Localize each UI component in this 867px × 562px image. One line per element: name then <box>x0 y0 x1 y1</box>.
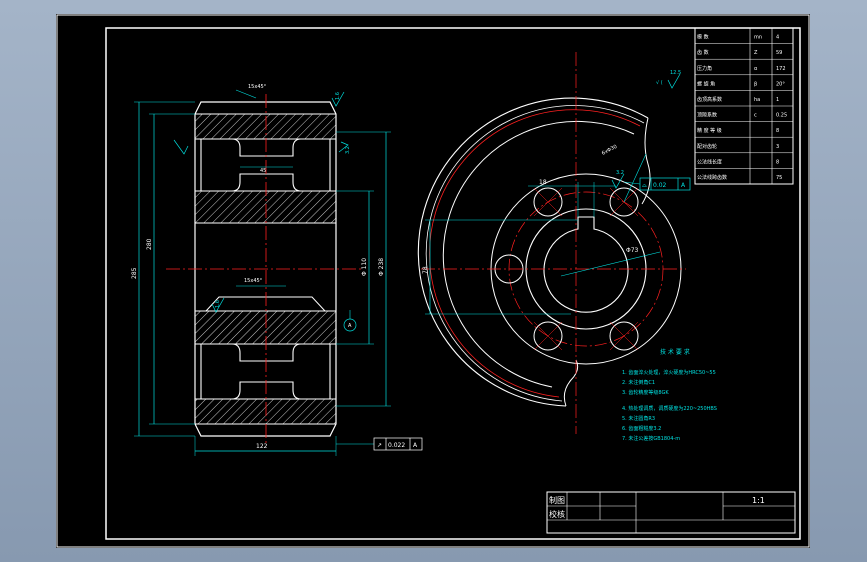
front-tolerance-datum: A <box>681 182 686 189</box>
dim-hole-count: 6xΦ30 <box>601 144 618 157</box>
param-label: 压力角 <box>697 65 712 72</box>
param-value: 172 <box>776 66 786 72</box>
param-label: 齿 数 <box>697 49 709 56</box>
dim-web-width: 45 <box>260 168 266 174</box>
arrow-left-mark <box>173 139 189 155</box>
param-symbol: Z <box>754 50 758 56</box>
param-value: 8 <box>776 159 779 165</box>
param-label: 公法线跨齿数 <box>697 174 727 181</box>
param-label: 公法线长度 <box>697 158 722 165</box>
title-block-scale: 1:1 <box>752 496 765 505</box>
hatch-top-hub <box>194 190 337 224</box>
break-line-top <box>641 117 651 205</box>
tolerance-value: 0.022 <box>388 442 405 449</box>
note-line: 3. 齿轮精度等级8GK <box>622 389 669 396</box>
dim-hub-diameter-2: Φ 238 <box>378 258 385 276</box>
param-label: 精 度 等 级 <box>697 127 722 134</box>
hatch-bottom-hub <box>194 310 337 345</box>
cad-window: 15x45° 15x45° 45 122 285 280 Φ 110 Φ 238… <box>0 0 867 562</box>
roughness-general: 12.5 <box>670 70 681 76</box>
dim-bore: Φ73 <box>626 247 639 254</box>
top-web-pocket <box>200 138 331 192</box>
section-view[interactable]: 15x45° 15x45° 45 122 285 280 Φ 110 Φ 238… <box>131 84 423 456</box>
tolerance-symbol: ↗ <box>377 442 382 449</box>
param-value: 0.25 <box>776 113 787 119</box>
notes-title: 技 术 要 求 <box>660 348 690 356</box>
hatch-bottom-rim <box>194 398 337 425</box>
param-value: 20° <box>776 81 785 87</box>
note-line: 1. 齿面淬火处理，淬火硬度为HRC50~55 <box>622 369 716 376</box>
note-line: 5. 未注圆角R3 <box>622 415 655 422</box>
drawing-canvas[interactable]: 15x45° 15x45° 45 122 285 280 Φ 110 Φ 238… <box>56 14 810 548</box>
note-line: 4. 热处理调质，调质硬度为220~250HBS <box>622 405 717 412</box>
dim-face-width: 122 <box>256 443 268 450</box>
note-line: 7. 未注公差按GB1804-m <box>622 435 680 442</box>
inner-frame <box>105 27 801 540</box>
technical-notes: 技 术 要 求 1. 齿面淬火处理，淬火硬度为HRC50~55 2. 未注倒角C1… <box>622 348 717 442</box>
param-value: 3 <box>776 144 779 150</box>
param-label: 螺 旋 角 <box>697 80 715 87</box>
param-label: 顶隙系数 <box>697 112 717 119</box>
param-label: 齿顶高系数 <box>697 96 722 103</box>
front-tolerance-symbol: ⌓ <box>642 182 647 189</box>
params-table[interactable]: 模 数 mn 4 齿 数 Z 59 压力角 α 172 螺 旋 角 β 20° 齿顶高系数 ha 1 顶隙系数… <box>694 27 794 185</box>
dim-center-distance: 78 <box>422 266 429 274</box>
outer-frame <box>56 14 810 548</box>
top-profile <box>194 101 337 115</box>
bore-chamfer <box>205 296 326 312</box>
roughness-symbol-general <box>667 73 681 89</box>
note-line: 6. 齿面粗糙度3.2 <box>622 425 661 432</box>
dim-outer-height: 285 <box>131 267 138 279</box>
param-value: 1 <box>776 97 779 103</box>
param-label: 模 数 <box>697 34 709 41</box>
dim-root-height: 280 <box>146 238 153 250</box>
drawing-svg[interactable]: 15x45° 15x45° 45 122 285 280 Φ 110 Φ 238… <box>56 14 810 548</box>
param-symbol: mn <box>754 35 762 41</box>
bore-keyway <box>543 216 629 313</box>
root-circle-arc <box>442 120 635 388</box>
roughness-side: 3.2 <box>345 146 351 154</box>
dim-hub-diameter-1: Φ 110 <box>361 258 368 276</box>
param-symbol: ha <box>754 97 760 103</box>
front-view[interactable]: 78 18 Φ73 6xΦ30 3.2 12.5 √ (⌓ 0.02 A <box>417 52 691 434</box>
roughness-mid: 1.6 <box>215 300 221 308</box>
roughness-keyway: 3.2 <box>616 170 624 176</box>
param-symbol: α <box>754 66 758 72</box>
bottom-profile <box>194 423 337 437</box>
roughness-general-prefix: √ ( <box>656 80 663 86</box>
front-tolerance-value: 0.02 <box>653 182 667 189</box>
param-symbol: β <box>754 81 757 87</box>
datum-label: A <box>348 323 352 329</box>
dim-mid-chamfer: 15x45° <box>244 278 263 284</box>
title-block-row1: 制图 <box>549 495 565 505</box>
dim-top-chamfer: 15x45° <box>248 84 267 90</box>
param-label: 配对齿轮 <box>697 143 717 150</box>
notes-lines: 1. 齿面淬火处理，淬火硬度为HRC50~55 2. 未注倒角C1 3. 齿轮精度等… <box>622 369 717 442</box>
roughness-top: 1.6 <box>335 92 341 100</box>
title-block[interactable]: 制图 校核 1:1 <box>546 491 796 534</box>
param-symbol: c <box>754 113 757 119</box>
note-line: 2. 未注倒角C1 <box>622 379 655 386</box>
dim-keyway-width: 18 <box>539 179 547 186</box>
param-value: 4 <box>776 35 779 41</box>
bottom-web-pocket <box>200 343 331 400</box>
hatch-top-rim <box>194 113 337 140</box>
tolerance-datum: A <box>413 442 418 449</box>
dim-top-chamfer-leader <box>235 89 257 99</box>
param-value: 75 <box>776 175 782 181</box>
param-value: 59 <box>776 50 782 56</box>
title-block-row2: 校核 <box>549 509 565 519</box>
param-value: 8 <box>776 128 779 134</box>
